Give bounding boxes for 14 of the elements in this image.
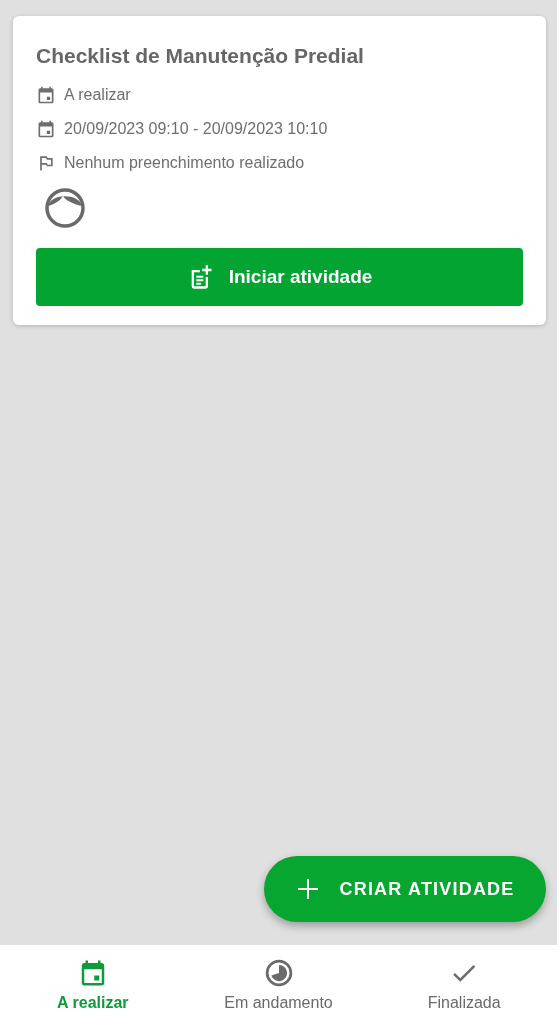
- progress-icon: [263, 957, 294, 988]
- activity-title: Checklist de Manutenção Predial: [36, 44, 365, 68]
- calendar-icon: [36, 85, 56, 105]
- plus-icon: [295, 877, 320, 901]
- activity-detail: 20/09/2023 09:10 - 20/09/2023 10:10: [64, 120, 328, 138]
- nav-tab[interactable]: Finalizada: [371, 945, 557, 1024]
- activity-detail: A realizar: [64, 86, 131, 104]
- start-activity-button[interactable]: Iniciar atividade: [36, 248, 523, 306]
- create-activity-button[interactable]: CRIAR ATIVIDADE: [264, 856, 546, 922]
- activity-detail: Nenhum preenchimento realizado: [64, 154, 305, 172]
- avatar-icon: [45, 188, 85, 228]
- nav-tab[interactable]: A realizar: [0, 945, 186, 1024]
- nav-tab[interactable]: Em andamento: [185, 945, 372, 1024]
- calendar-icon: [36, 119, 56, 139]
